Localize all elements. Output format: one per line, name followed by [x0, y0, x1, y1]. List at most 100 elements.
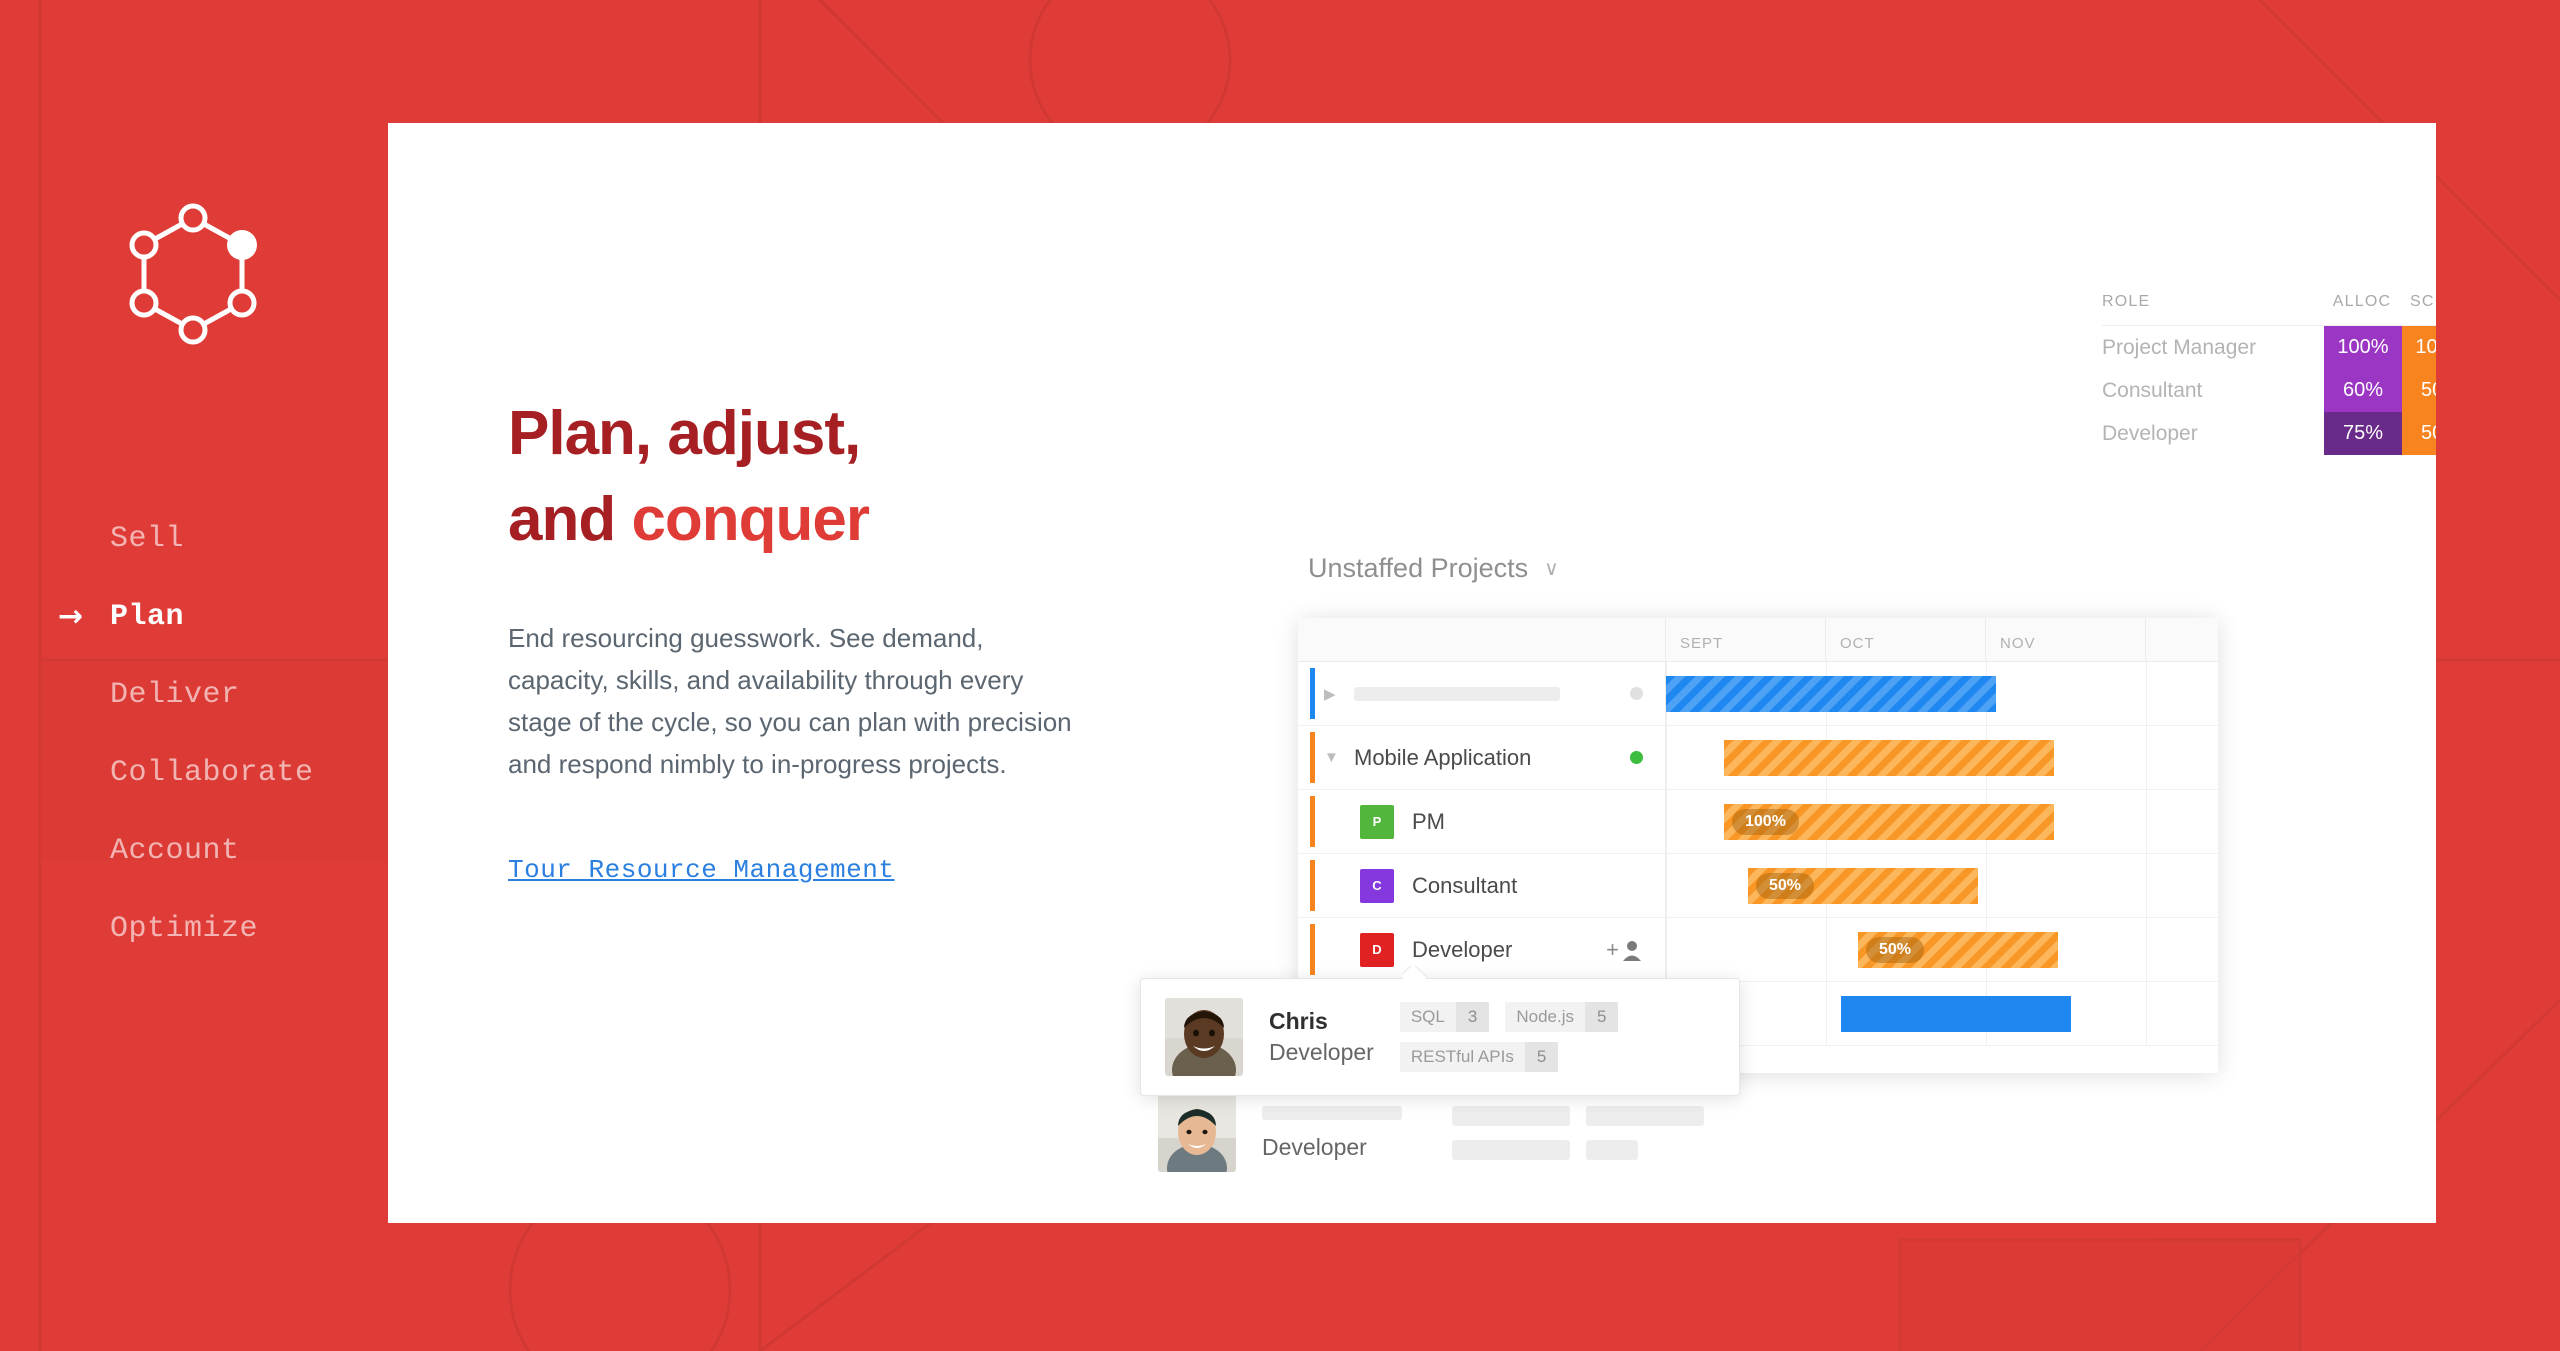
grid-line	[1986, 854, 1987, 917]
gantt-timeline-header: SEPT OCT NOV	[1298, 618, 2218, 662]
sidebar-item-sell[interactable]: Sell	[110, 500, 410, 578]
add-person-icon[interactable]: +	[1606, 937, 1643, 963]
sidebar-item-deliver[interactable]: Deliver	[110, 656, 410, 734]
left-sidebar: Sell → Plan Deliver Collaborate Account Optimi…	[0, 0, 388, 1351]
sched-value: 100%	[2402, 326, 2436, 369]
sidebar-item-label: Sell	[110, 522, 185, 556]
expand-triangle-icon[interactable]: ▼	[1324, 749, 1354, 766]
row-accent-bar	[1310, 668, 1315, 719]
gantt-row[interactable]: ▼ Mobile Application	[1298, 726, 2218, 790]
product-mock: ROLE ALLOC SCHED Project Manager100%100%…	[1140, 123, 2436, 1223]
chris-avatar	[1165, 998, 1243, 1076]
grid-line	[1666, 854, 1667, 917]
role-badge: P	[1360, 804, 1394, 839]
gantt-bar[interactable]	[1724, 740, 2054, 776]
role-allocation-table: ROLE ALLOC SCHED Project Manager 100%100%…	[2102, 293, 2436, 455]
allocation-pill: 50%	[1756, 873, 1815, 899]
gantt-row[interactable]: D Developer +50%	[1298, 918, 2218, 982]
grid-line	[2146, 662, 2147, 725]
person-name: Chris	[1269, 1008, 1328, 1034]
allocation-pill: 50%	[1866, 937, 1925, 963]
person-2-role: Developer	[1262, 1133, 1367, 1160]
gantt-bar[interactable]: 50%	[1858, 932, 2058, 968]
month-column-header: SEPT	[1666, 618, 1826, 661]
hero-body-text: End resourcing guesswork. See demand, ca…	[508, 623, 1072, 780]
table-row[interactable]: Developer 75%50%	[2102, 412, 2436, 455]
skill-placeholder	[1452, 1140, 1570, 1160]
status-dot	[1630, 751, 1643, 764]
grid-line	[2146, 854, 2147, 917]
tour-resource-management-link[interactable]: Tour Resource Management	[508, 855, 894, 885]
grid-line	[1826, 982, 1827, 1045]
gantt-row-label: Developer	[1412, 936, 1513, 962]
gantt-header-spacer	[1298, 618, 1666, 661]
gantt-row-track	[1666, 982, 2218, 1045]
chevron-down-icon: ∨	[1544, 558, 1559, 580]
gantt-row-label-cell: D Developer +	[1298, 918, 1666, 981]
gantt-bar[interactable]	[1666, 676, 1996, 712]
alloc-value: 60%	[2324, 369, 2402, 412]
sidebar-item-collaborate[interactable]: Collaborate	[110, 734, 410, 812]
gantt-bar[interactable]	[1841, 996, 2071, 1032]
alloc-value: 75%	[2324, 412, 2402, 455]
row-accent-bar	[1310, 732, 1315, 783]
skill-level: 5	[1524, 1042, 1559, 1072]
gantt-bar[interactable]: 50%	[1748, 868, 1978, 904]
gantt-bar[interactable]: 100%	[1724, 804, 2054, 840]
role-name: Project Manager	[2102, 335, 2257, 359]
active-arrow-icon: →	[58, 599, 84, 634]
sidebar-item-plan[interactable]: → Plan	[58, 578, 410, 656]
gantt-row-label-cell: P PM	[1298, 790, 1666, 853]
person-list-item-2: Developer	[1158, 1088, 1718, 1178]
sidebar-item-account[interactable]: Account	[110, 812, 410, 890]
hexagon-node-logo	[129, 203, 257, 345]
skill-level: 3	[1455, 1002, 1490, 1032]
column-header-alloc: ALLOC	[2332, 293, 2392, 310]
skill-name: SQL	[1399, 1002, 1456, 1032]
grid-line	[2146, 982, 2147, 1045]
collapse-triangle-icon[interactable]: ▶	[1324, 685, 1354, 703]
person-2-text-block: Developer	[1262, 1105, 1402, 1161]
tooltip-caret	[1403, 966, 1429, 979]
unstaffed-projects-label: Unstaffed Projects	[1308, 553, 1529, 583]
skill-name: Node.js	[1505, 1002, 1585, 1032]
role-badge: C	[1360, 868, 1394, 903]
grid-line	[1666, 790, 1667, 853]
gantt-row[interactable]: P PM 100%	[1298, 790, 2218, 854]
headline-line-2-plain: and	[508, 485, 632, 554]
sidebar-item-label: Optimize	[110, 912, 259, 946]
headline-line-2: and conquer	[508, 489, 1128, 551]
column-header-sched: SCHED	[2409, 293, 2436, 310]
role-badge: D	[1360, 932, 1394, 967]
month-column-header: NOV	[1986, 618, 2146, 661]
hero-card: Plan, adjust, and conquer End resourcing…	[388, 123, 2436, 1223]
table-row[interactable]: Consultant 60%50%	[2102, 369, 2436, 412]
row-label-placeholder	[1354, 686, 1560, 701]
page-title: Plan, adjust, and conquer	[508, 403, 1128, 551]
grid-line	[2146, 726, 2147, 789]
skill-tag: SQL 3	[1399, 1002, 1490, 1032]
table-row[interactable]: Project Manager 100%100%	[2102, 326, 2436, 369]
person-skill-tags: SQL 3 Node.js 5 RESTful APIs 5	[1399, 1002, 1700, 1072]
unstaffed-projects-dropdown[interactable]: Unstaffed Projects ∨	[1308, 553, 1559, 584]
sidebar-item-label: Plan	[110, 600, 185, 634]
role-name: Developer	[2102, 421, 2198, 445]
sched-value: 50%	[2402, 369, 2436, 412]
hero-copy: Plan, adjust, and conquer End resourcing…	[508, 403, 1128, 886]
grid-line	[1666, 726, 1667, 789]
sidebar-item-label: Account	[110, 834, 240, 868]
gantt-row-label: PM	[1412, 808, 1445, 834]
skill-placeholder	[1586, 1140, 1638, 1160]
role-name: Consultant	[2102, 378, 2203, 402]
sidebar-nav: Sell → Plan Deliver Collaborate Account Optimi…	[58, 500, 410, 968]
gantt-row-track: 50%	[1666, 854, 2218, 917]
person-identity: Chris Developer	[1269, 1008, 1374, 1066]
grid-line	[2146, 918, 2147, 981]
gantt-row[interactable]: ▶	[1298, 662, 2218, 726]
role-table-body: Project Manager100%100%Consultant60%50%D…	[2102, 326, 2436, 455]
gantt-row[interactable]: C Consultant 50%	[1298, 854, 2218, 918]
sidebar-item-optimize[interactable]: Optimize	[110, 890, 410, 968]
sidebar-item-label: Deliver	[110, 678, 240, 712]
gantt-row-label: Consultant	[1412, 872, 1518, 898]
gantt-row-track: 100%	[1666, 790, 2218, 853]
